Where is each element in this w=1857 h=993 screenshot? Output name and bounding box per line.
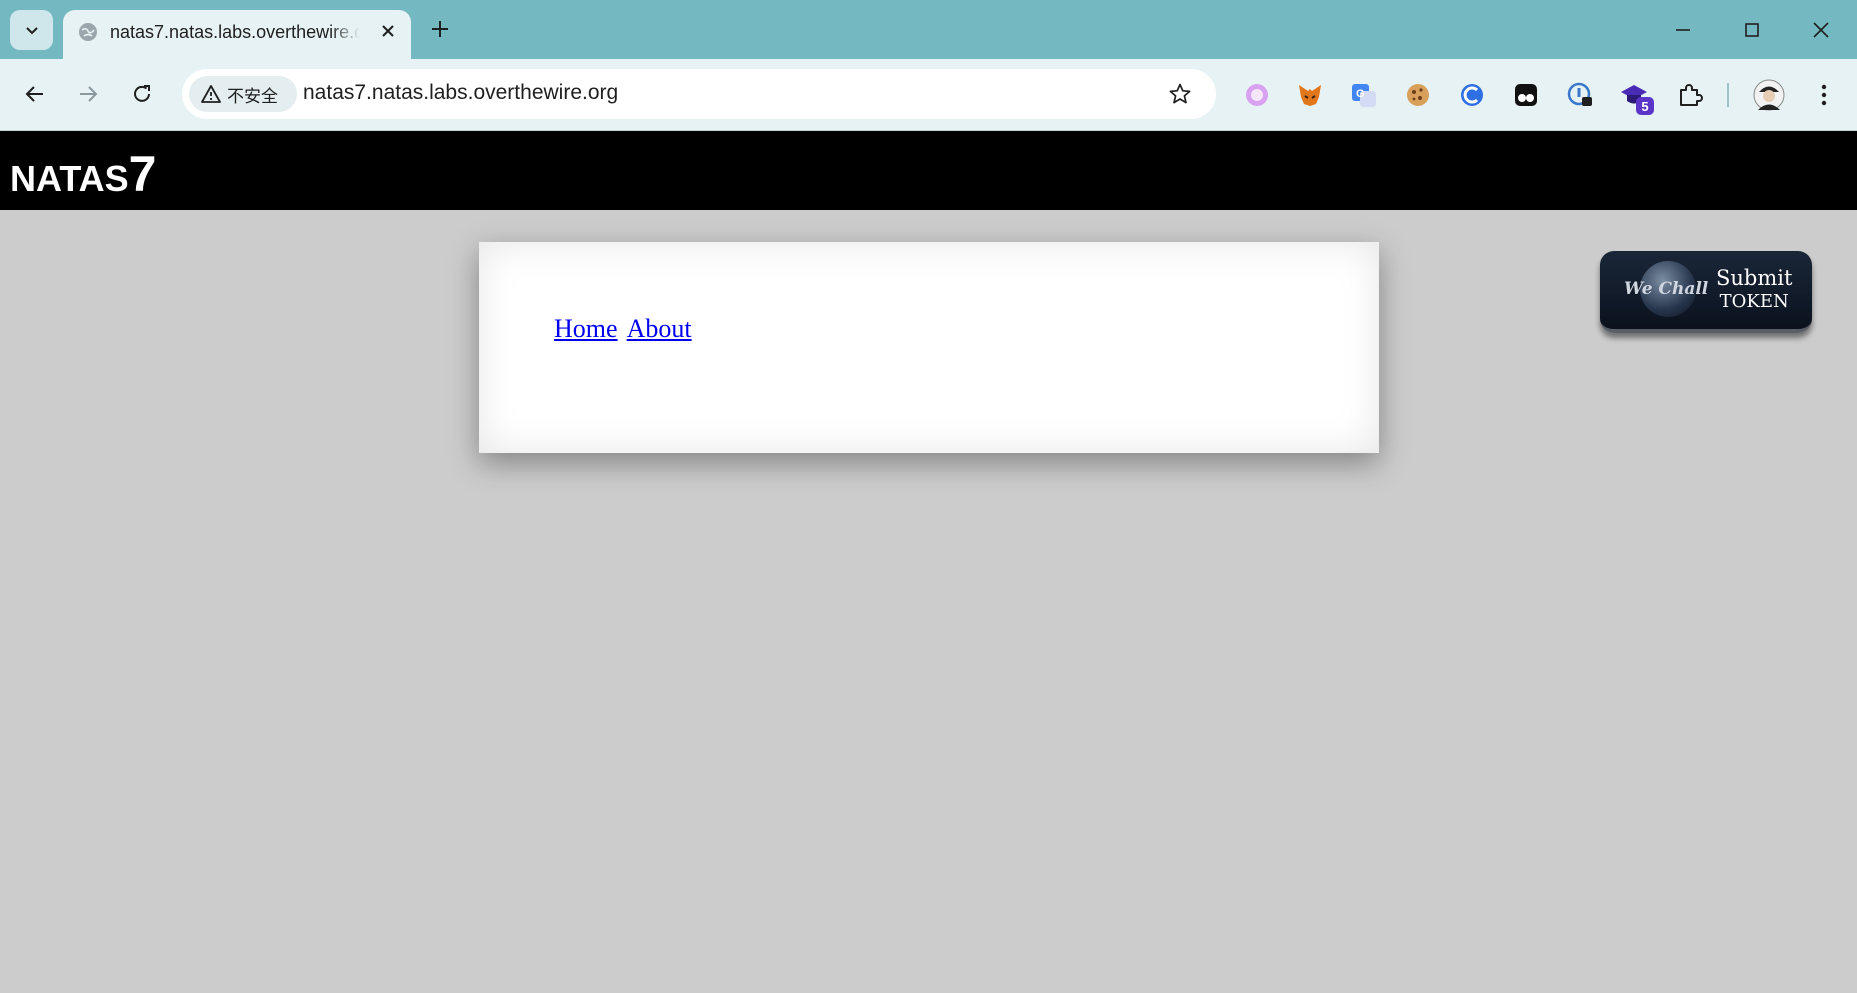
- forward-button[interactable]: [69, 75, 107, 113]
- wechall-submit-token-button[interactable]: We Chall Submit TOKEN: [1600, 251, 1812, 333]
- bookmark-button[interactable]: [1166, 80, 1194, 108]
- natas-header: NATAS7: [0, 131, 1857, 210]
- minimize-icon: [1676, 29, 1690, 31]
- more-vertical-icon: [1821, 84, 1827, 106]
- arrow-left-icon: [25, 86, 43, 102]
- password-manager-glyph: [1567, 82, 1592, 106]
- url-text[interactable]: natas7.natas.labs.overthewire.org: [303, 81, 618, 105]
- wechall-logo-text: We Chall: [1624, 279, 1709, 299]
- browser-toolbar: 不安全 natas7.natas.labs.overthewire.org G: [0, 59, 1857, 131]
- maximize-button[interactable]: [1730, 12, 1774, 48]
- active-tab[interactable]: natas7.natas.labs.overthewire.org: [63, 10, 411, 59]
- tab-search-button[interactable]: [10, 10, 53, 50]
- chevron-down-icon: [25, 27, 38, 35]
- address-bar[interactable]: 不安全 natas7.natas.labs.overthewire.org: [182, 69, 1216, 119]
- profile-avatar[interactable]: [1752, 78, 1786, 112]
- close-window-button[interactable]: [1799, 12, 1843, 48]
- svg-text:G: G: [1356, 88, 1365, 100]
- translate-glyph: G: [1352, 84, 1376, 107]
- logo-name: NATAS: [10, 158, 129, 199]
- token-label: TOKEN: [1719, 291, 1789, 312]
- arrow-right-icon: [80, 86, 98, 102]
- puzzle-glyph: [1680, 84, 1703, 106]
- back-button[interactable]: [16, 75, 54, 113]
- home-link[interactable]: Home: [554, 314, 618, 343]
- metamask-fox-icon[interactable]: [1294, 79, 1326, 111]
- star-icon: [1169, 83, 1191, 104]
- reload-button[interactable]: [123, 75, 161, 113]
- blue-circle-glyph: [1461, 84, 1483, 106]
- plus-icon: [432, 21, 448, 37]
- browser-menu-button[interactable]: [1808, 79, 1840, 111]
- about-link[interactable]: About: [627, 314, 692, 343]
- content-panel: Home About: [479, 242, 1379, 453]
- warning-icon: [201, 85, 221, 103]
- password-manager-icon[interactable]: [1564, 79, 1596, 111]
- graduation-cap-extension-icon[interactable]: 5: [1618, 79, 1654, 115]
- tab-close-button[interactable]: [375, 18, 401, 44]
- minimize-button[interactable]: [1661, 12, 1705, 48]
- blue-circle-extension-icon[interactable]: [1456, 79, 1488, 111]
- natas-logo: NATAS7: [10, 145, 156, 203]
- submit-token-label: Submit TOKEN: [1716, 267, 1792, 313]
- reload-icon: [134, 85, 150, 102]
- tampermonkey-glyph: [1515, 84, 1537, 106]
- new-tab-button[interactable]: [425, 14, 455, 44]
- page-nav: Home About: [554, 314, 696, 344]
- logo-level-number: 7: [128, 146, 157, 202]
- metamask-glyph: [1299, 85, 1321, 106]
- tab-strip: natas7.natas.labs.overthewire.org: [0, 0, 1857, 59]
- submit-label: Submit: [1716, 266, 1793, 290]
- globe-icon: [79, 23, 97, 41]
- tampermonkey-icon[interactable]: [1510, 79, 1542, 111]
- extension-badge: 5: [1636, 97, 1654, 115]
- tab-title: natas7.natas.labs.overthewire.org: [110, 22, 360, 43]
- security-indicator[interactable]: 不安全: [189, 76, 297, 112]
- security-label: 不安全: [227, 86, 278, 106]
- close-icon: [382, 25, 394, 37]
- google-translate-icon[interactable]: G: [1348, 79, 1380, 111]
- maximize-icon: [1745, 23, 1759, 37]
- cookie-icon[interactable]: [1402, 79, 1434, 111]
- cookie-glyph: [1407, 84, 1429, 106]
- toolbar-separator: [1727, 83, 1729, 107]
- close-window-icon: [1813, 22, 1829, 38]
- circle-extension-glyph: [1246, 84, 1268, 106]
- avatar-icon: [1753, 79, 1785, 111]
- circle-extension-icon[interactable]: [1241, 79, 1273, 111]
- puzzle-extensions-icon[interactable]: [1674, 79, 1706, 111]
